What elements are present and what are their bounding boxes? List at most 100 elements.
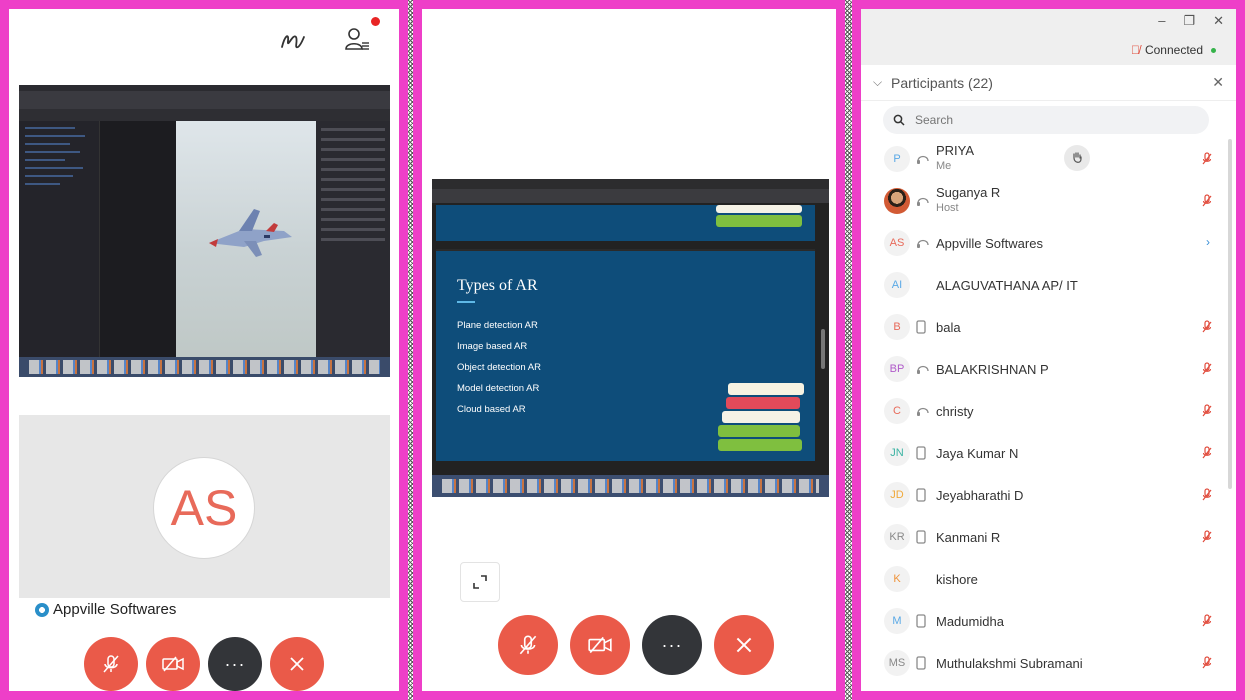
- xcode-3d-scene: [176, 121, 316, 357]
- participant-list: P PRIYA Me Suganya R Host AS Appville Software…: [861, 139, 1224, 685]
- window-controls: – ❐ ✕: [1158, 13, 1224, 29]
- avatar: AI: [884, 272, 910, 298]
- slide-bullet: Image based AR: [457, 341, 528, 352]
- mic-muted-icon[interactable]: [1202, 530, 1212, 547]
- status-online-dot: [1211, 47, 1216, 53]
- xcode-scene-outline: [99, 121, 176, 357]
- participants-panel: – ❐ ✕ 🎙̸ Connected ⌵ Participants (22) ✕…: [852, 0, 1245, 700]
- slide-previous: [436, 205, 815, 241]
- annotate-icon[interactable]: [279, 27, 307, 55]
- participants-header[interactable]: ⌵ Participants (22) ✕: [861, 65, 1236, 101]
- participant-name: Suganya R: [936, 185, 1001, 200]
- top-bar: [9, 9, 399, 79]
- mic-muted-icon[interactable]: [1202, 404, 1212, 421]
- notification-dot: [371, 17, 380, 26]
- mic-muted-icon[interactable]: [1202, 362, 1212, 379]
- mic-muted-icon[interactable]: [1202, 488, 1212, 505]
- participant-row[interactable]: P PRIYA Me: [861, 139, 1224, 181]
- phone-icon: [916, 488, 930, 502]
- participant-name: Kanmani R: [936, 530, 1001, 545]
- slide-bullet: Plane detection AR: [457, 320, 538, 331]
- avatar: [884, 188, 910, 214]
- participant-row[interactable]: Suganya R Host: [861, 181, 1224, 223]
- participant-row[interactable]: M Madumidha: [861, 601, 1224, 643]
- participant-row[interactable]: AI ALAGUVATHANA AP/ IT: [861, 265, 1224, 307]
- participant-name: christy: [936, 404, 974, 419]
- participant-list-scrollbar[interactable]: [1228, 139, 1232, 489]
- avatar: KR: [884, 524, 910, 550]
- slide-scrollbar[interactable]: [821, 329, 825, 369]
- appville-logo-icon: [35, 603, 49, 617]
- leave-button[interactable]: [714, 615, 774, 675]
- avatar: C: [884, 398, 910, 424]
- avatar: P: [884, 146, 910, 172]
- preview-toolbar: [432, 189, 829, 203]
- participant-row[interactable]: Kkishore: [861, 559, 1224, 601]
- phone-icon: [916, 320, 930, 334]
- participant-row[interactable]: MS Muthulakshmi Subramani: [861, 643, 1224, 685]
- mic-muted-icon[interactable]: [1202, 656, 1212, 673]
- connection-status: 🎙̸ Connected: [1131, 43, 1216, 57]
- slide-bullet: Object detection AR: [457, 362, 541, 373]
- participants-title: Participants (22): [891, 75, 993, 91]
- headset-icon: [916, 236, 930, 250]
- headset-icon: [916, 194, 930, 208]
- participants-icon[interactable]: [343, 25, 371, 53]
- participant-name: Appville Softwares: [936, 236, 1043, 251]
- video-button[interactable]: [146, 637, 200, 691]
- books-illustration: [718, 383, 804, 453]
- meeting-panel-middle: Types of AR Plane detection AR Image bas…: [413, 0, 845, 700]
- mic-muted-icon[interactable]: [1202, 320, 1212, 337]
- phone-icon: [916, 656, 930, 670]
- mic-muted-icon[interactable]: [1202, 614, 1212, 631]
- jet-model-icon: [209, 209, 292, 257]
- mic-off-icon: 🎙̸: [1130, 43, 1140, 57]
- more-button[interactable]: ···: [642, 615, 702, 675]
- minimize-button[interactable]: –: [1158, 13, 1165, 29]
- participant-name: Muthulakshmi Subramani: [936, 656, 1083, 671]
- chevron-down-icon[interactable]: ⌵: [873, 75, 882, 90]
- close-window-button[interactable]: ✕: [1213, 13, 1224, 29]
- participant-row[interactable]: JN Jaya Kumar N: [861, 433, 1224, 475]
- mute-button[interactable]: [498, 615, 558, 675]
- avatar: B: [884, 314, 910, 340]
- raise-hand-icon[interactable]: [1064, 145, 1090, 171]
- search-input[interactable]: [915, 113, 1115, 127]
- avatar: AS: [153, 457, 255, 559]
- mic-off-icon: [103, 655, 119, 673]
- call-controls: ···: [498, 615, 774, 675]
- phone-icon: [916, 530, 930, 544]
- expand-button[interactable]: [460, 562, 500, 602]
- slide-current: Types of AR Plane detection AR Image bas…: [436, 249, 815, 461]
- leave-button[interactable]: [270, 637, 324, 691]
- xcode-tabs: [19, 109, 390, 121]
- participant-name: kishore: [936, 572, 978, 587]
- more-button[interactable]: ···: [208, 637, 262, 691]
- xcode-inspector: [316, 121, 390, 357]
- participant-name: BALAKRISHNAN P: [936, 362, 1049, 377]
- participant-row[interactable]: Cchristy: [861, 391, 1224, 433]
- phone-icon: [916, 446, 930, 460]
- mic-muted-icon[interactable]: [1202, 446, 1212, 463]
- mute-button[interactable]: [84, 637, 138, 691]
- headset-icon: [916, 152, 930, 166]
- participant-name: ALAGUVATHANA AP/ IT: [936, 278, 1078, 293]
- avatar: JD: [884, 482, 910, 508]
- xcode-navigator: [19, 121, 99, 357]
- video-button[interactable]: [570, 615, 630, 675]
- participant-row[interactable]: Bbala: [861, 307, 1224, 349]
- participant-row[interactable]: JD Jeyabharathi D: [861, 475, 1224, 517]
- participant-name: Jaya Kumar N: [936, 446, 1019, 461]
- headset-icon: [916, 404, 930, 418]
- video-off-icon: [162, 656, 184, 672]
- mic-muted-icon[interactable]: [1202, 194, 1212, 211]
- mic-muted-icon[interactable]: [1202, 152, 1212, 169]
- participant-row[interactable]: BP BALAKRISHNAN P: [861, 349, 1224, 391]
- restore-button[interactable]: ❐: [1183, 13, 1195, 29]
- participant-name: Madumidha: [936, 614, 1004, 629]
- participant-search[interactable]: [883, 106, 1209, 134]
- chevron-right-icon[interactable]: ›: [1206, 235, 1210, 249]
- participant-row[interactable]: AS Appville Softwares ›: [861, 223, 1224, 265]
- participant-row[interactable]: KR Kanmani R: [861, 517, 1224, 559]
- close-icon[interactable]: ✕: [1212, 74, 1224, 91]
